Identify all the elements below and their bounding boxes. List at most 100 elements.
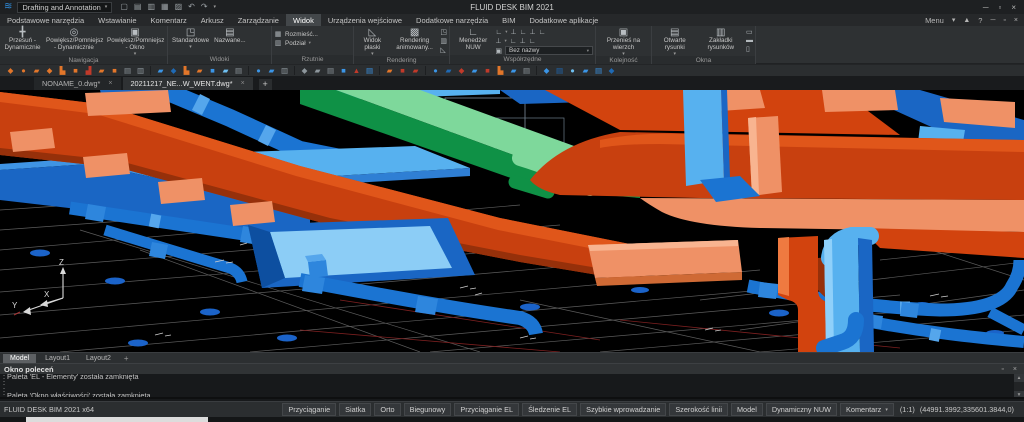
toolbar-icon[interactable]: ▤ [592, 65, 605, 76]
toolbar-icon[interactable]: ▤ [553, 65, 566, 76]
named-views-button[interactable]: ▤ Nazwane... [212, 27, 248, 55]
layout-tab[interactable]: Model [3, 354, 36, 363]
toolbar-icon[interactable]: ▤ [324, 65, 337, 76]
toolbar-icon[interactable]: ▤ [363, 65, 376, 76]
ucs-icon[interactable]: ⊥ [520, 37, 526, 45]
toolbar-icon[interactable]: ▙ [494, 65, 507, 76]
toolbar-icon[interactable]: ◆ [605, 65, 618, 76]
toolbar-icon[interactable]: ▥ [134, 65, 147, 76]
tile-horizontal-icon[interactable]: ▬ [746, 37, 753, 44]
ribbon-tab[interactable]: Dodatkowe narzędzia [409, 14, 495, 26]
ucs-icon[interactable]: ∟ [520, 29, 527, 36]
komentarz-dropdown[interactable]: Komentarz ▾ [840, 403, 894, 416]
status-toggle[interactable]: Przyciąganie [282, 403, 336, 416]
toolbar-icon[interactable]: ▰ [383, 65, 396, 76]
undo-icon[interactable]: ↶ [188, 2, 195, 12]
toolbar-icon[interactable]: ◆ [455, 65, 468, 76]
toolbar-icon[interactable]: ▰ [265, 65, 278, 76]
toolbar-icon[interactable]: ■ [206, 65, 219, 76]
toolbar-icon[interactable] [425, 66, 426, 75]
status-toggle[interactable]: Szerokość linii [669, 403, 728, 416]
ucs-manager-button[interactable]: ∟ Menedżer NUW [452, 27, 494, 55]
bring-to-front-button[interactable]: ▣ Przenieś na wierzch ▾ [598, 27, 649, 56]
toolbar-icon[interactable]: ● [429, 65, 442, 76]
drawing-tabs-button[interactable]: ▥ Zakładki rysunków [697, 27, 745, 56]
import-icon[interactable]: ▥ [147, 2, 155, 12]
minimize-button[interactable]: ─ [983, 3, 989, 12]
status-toggle[interactable]: Orto [374, 403, 400, 416]
layout-tab[interactable]: Layout2 [79, 354, 118, 363]
ucs-icon[interactable]: ∟ [529, 38, 536, 45]
toolbar-icon[interactable]: ◆ [167, 65, 180, 76]
toolbar-icon[interactable] [536, 66, 537, 75]
render-cone-icon[interactable]: ◺ [440, 46, 447, 54]
status-toggle[interactable]: Dynamiczny NUW [766, 403, 837, 416]
toolbar-icon[interactable] [379, 66, 380, 75]
standard-views-button[interactable]: ◳ Standardowe ▾ [170, 27, 211, 55]
toolbar-icon[interactable]: ■ [108, 65, 121, 76]
toolbar-icon[interactable]: ▰ [409, 65, 422, 76]
toolbar-icon[interactable]: ■ [481, 65, 494, 76]
new-drawing-tab-button[interactable]: + [259, 79, 272, 90]
close-icon[interactable]: × [1013, 366, 1017, 373]
redo-icon[interactable]: ↷ [201, 2, 208, 12]
toolbar-icon[interactable]: ▰ [193, 65, 206, 76]
toolbar-icon[interactable] [150, 66, 151, 75]
ribbon-tab[interactable]: Urządzenia wejściowe [321, 14, 409, 26]
command-scrollbar[interactable]: ▴ ▾ [1014, 374, 1024, 399]
close-icon[interactable]: × [241, 80, 245, 87]
toolbar-icon[interactable]: ● [17, 65, 30, 76]
command-window-header[interactable]: Okno poleceń ▫ × [0, 363, 1024, 374]
ucs-icon[interactable]: ⊥ [495, 37, 501, 45]
ucs-icon[interactable]: ∟ [510, 38, 517, 45]
ucs-icon[interactable]: ∟ [539, 29, 546, 36]
toolbar-icon[interactable]: ▤ [520, 65, 533, 76]
zoom-window-button[interactable]: ▣ Powiększ/Pomniejsz - Okno ▾ [105, 27, 165, 56]
toolbar-icon[interactable]: ▙ [56, 65, 69, 76]
ribbon-tab[interactable]: Dodatkowe aplikacje [523, 14, 606, 26]
ucs-icon[interactable]: ∟ [495, 29, 502, 36]
toolbar-icon[interactable]: ▰ [442, 65, 455, 76]
open-drawings-button[interactable]: ▤ Otwarte rysunki ▾ [654, 27, 696, 56]
toolbar-icon[interactable]: ● [566, 65, 579, 76]
toolbar-icon[interactable]: ● [252, 65, 265, 76]
toolbar-icon[interactable]: ▰ [579, 65, 592, 76]
ucs-name-combobox[interactable]: Bez nazwy ▾ [505, 46, 593, 55]
toolbar-icon[interactable]: ◆ [298, 65, 311, 76]
open-file-icon[interactable]: ▤ [134, 2, 142, 12]
drawing-tab[interactable]: 20211217_NE...W_WENT.dwg* × [123, 77, 253, 90]
toolbar-icon[interactable]: ▙ [180, 65, 193, 76]
add-layout-button[interactable]: + [124, 354, 129, 363]
toolbar-icon[interactable]: ■ [337, 65, 350, 76]
status-toggle[interactable]: Siatka [339, 403, 371, 416]
menu-dropdown[interactable]: Menu [925, 16, 944, 25]
render-box-icon[interactable]: ▥ [440, 37, 447, 45]
toolbar-icon[interactable]: ▰ [219, 65, 232, 76]
toolbar-icon[interactable]: ▰ [154, 65, 167, 76]
tile-vertical-icon[interactable]: ▯ [746, 45, 753, 53]
restore-button[interactable]: ▫ [998, 3, 1001, 12]
status-toggle[interactable]: Biegunowy [404, 403, 452, 416]
toolbar-icon[interactable]: ▰ [311, 65, 324, 76]
toolbar-icon[interactable]: ▰ [95, 65, 108, 76]
toolbar-icon[interactable] [294, 66, 295, 75]
toolbar-icon[interactable]: ■ [396, 65, 409, 76]
ribbon-tab[interactable]: BIM [495, 14, 522, 26]
ribbon-tab[interactable]: Widok [286, 14, 321, 26]
layout-tab[interactable]: Layout1 [38, 354, 77, 363]
toolbar-icon[interactable]: ◆ [43, 65, 56, 76]
toolbar-icon[interactable]: ◆ [540, 65, 553, 76]
toolbar-icon[interactable]: ▰ [468, 65, 481, 76]
toolbar-icon[interactable]: ▥ [278, 65, 291, 76]
render-style-icon[interactable]: ◳ [440, 28, 447, 36]
ribbon-tab[interactable]: Wstawianie [91, 14, 143, 26]
command-history[interactable]: : Paleta 'EL - Elementy' została zamknię… [0, 374, 1024, 399]
ribbon-tab[interactable]: Zarządzanie [231, 14, 286, 26]
status-toggle[interactable]: Śledzenie EL [522, 403, 577, 416]
doc-minimize-button[interactable]: ─ [990, 17, 995, 24]
doc-restore-button[interactable]: ▫ [1003, 17, 1005, 24]
close-icon[interactable]: × [108, 80, 112, 87]
viewport-split-button[interactable]: ▥ Podział ▾ [274, 39, 318, 47]
status-toggle[interactable]: Model [731, 403, 763, 416]
viewport-arrange-button[interactable]: ▦ Rozmieść... [274, 30, 318, 38]
